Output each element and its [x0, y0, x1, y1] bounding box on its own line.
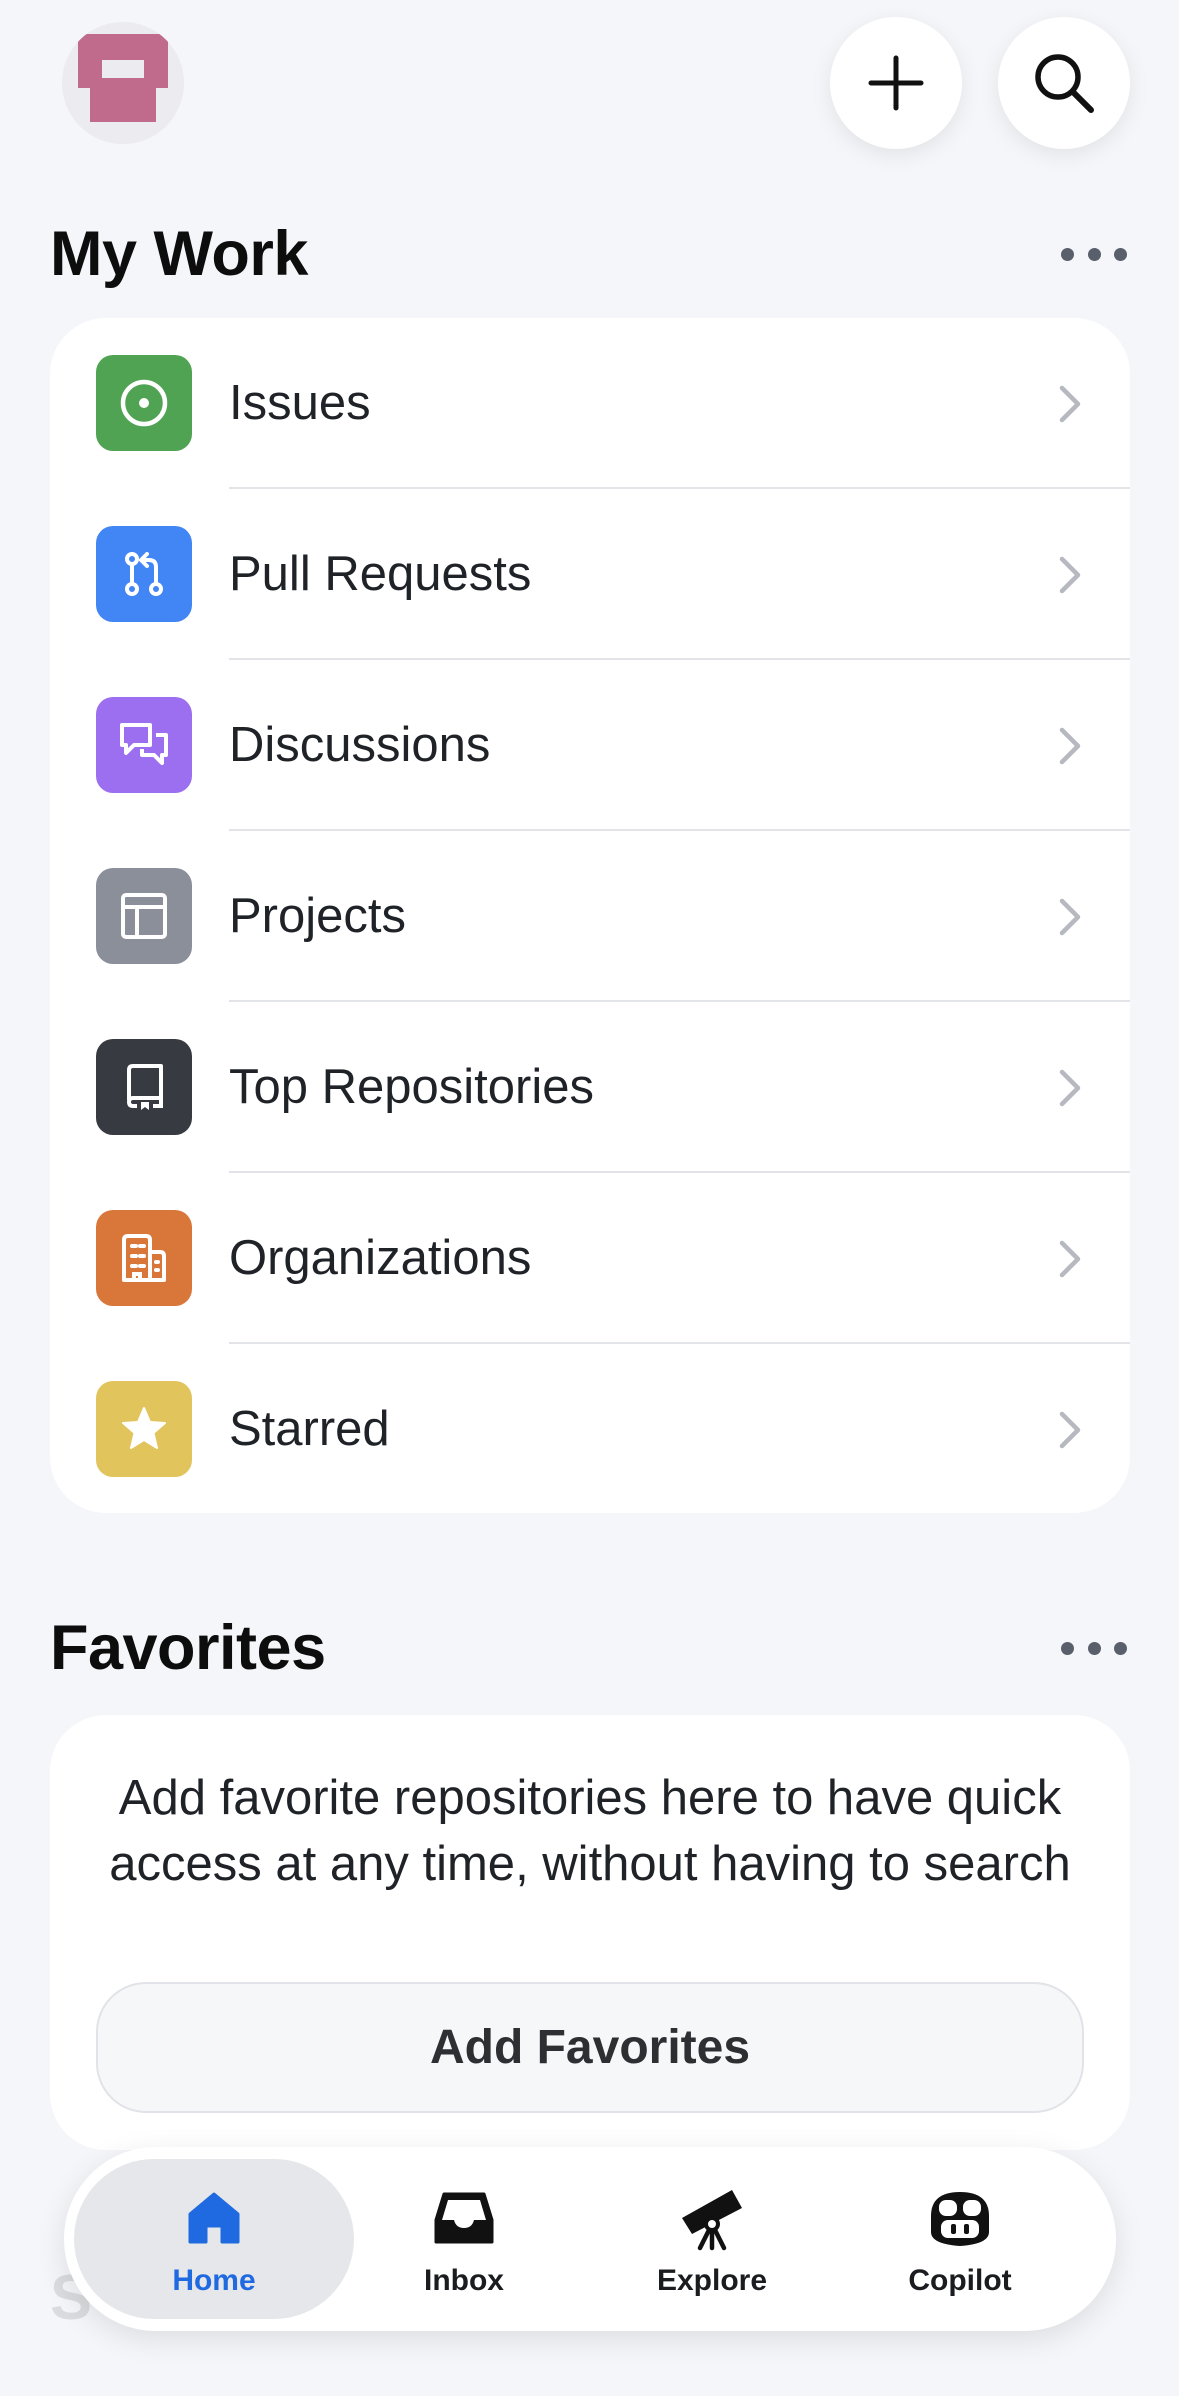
search-button[interactable] [998, 17, 1130, 149]
list-item-projects[interactable]: Projects [50, 831, 1130, 1002]
new-button[interactable] [830, 17, 962, 149]
dot [1114, 1641, 1127, 1655]
avatar[interactable] [62, 22, 184, 144]
tab-label: Home [172, 2264, 256, 2297]
favorites-card: Add favorite repositories here to have q… [50, 1715, 1130, 2150]
dot [1114, 247, 1127, 261]
list-item-pull-requests[interactable]: Pull Requests [50, 489, 1130, 660]
list-item-discussions[interactable]: Discussions [50, 660, 1130, 831]
tab-label: Copilot [908, 2264, 1012, 2297]
tab-label: Explore [656, 2264, 768, 2297]
favorites-more-button[interactable] [1061, 1638, 1127, 1658]
repo-icon [96, 1039, 192, 1135]
chevron-right-icon [1059, 1069, 1081, 1107]
list-item-label: Top Repositories [229, 1060, 594, 1114]
my-work-title: My Work [50, 219, 308, 289]
dot [1061, 247, 1074, 261]
tab-copilot[interactable]: Copilot [820, 2159, 1100, 2319]
organization-icon [96, 1210, 192, 1306]
chevron-right-icon [1059, 1411, 1081, 1449]
chevron-right-icon [1059, 727, 1081, 765]
chevron-right-icon [1059, 898, 1081, 936]
list-item-label: Discussions [229, 718, 491, 772]
my-work-more-button[interactable] [1061, 244, 1127, 264]
chevron-right-icon [1059, 385, 1081, 423]
comment-discussion-icon [96, 697, 192, 793]
dot [1087, 247, 1101, 261]
home-icon [176, 2180, 252, 2256]
issue-opened-icon [96, 355, 192, 451]
tab-explore[interactable]: Explore [572, 2159, 852, 2319]
list-item-label: Starred [229, 1402, 390, 1456]
favorites-title: Favorites [50, 1613, 326, 1683]
plus-icon [868, 55, 924, 111]
list-item-top-repositories[interactable]: Top Repositories [50, 1002, 1130, 1173]
inbox-icon [426, 2180, 502, 2256]
tab-inbox[interactable]: Inbox [324, 2159, 604, 2319]
list-item-label: Projects [229, 889, 407, 943]
git-pull-request-icon [96, 526, 192, 622]
tab-bar: Home Inbox Explore Copilot [64, 2147, 1116, 2331]
copilot-icon [922, 2180, 998, 2256]
tab-home[interactable]: Home [74, 2159, 354, 2319]
identicon-avatar [62, 22, 184, 144]
chevron-right-icon [1059, 1240, 1081, 1278]
telescope-icon [674, 2180, 750, 2256]
dot [1061, 1641, 1074, 1655]
list-item-label: Pull Requests [229, 547, 532, 601]
list-item-label: Issues [229, 376, 371, 430]
star-icon [96, 1381, 192, 1477]
list-item-starred[interactable]: Starred [50, 1344, 1130, 1515]
search-icon [1035, 54, 1094, 113]
my-work-list: Issues Pull Requests Discussions Project… [50, 318, 1130, 1513]
tab-label: Inbox [424, 2264, 504, 2297]
list-item-organizations[interactable]: Organizations [50, 1173, 1130, 1344]
chevron-right-icon [1059, 556, 1081, 594]
list-item-issues[interactable]: Issues [50, 318, 1130, 489]
favorites-empty-text: Add favorite repositories here to have q… [109, 1771, 1071, 1891]
add-favorites-button[interactable]: Add Favorites [96, 1982, 1084, 2113]
list-item-label: Organizations [229, 1231, 532, 1285]
dot [1087, 1641, 1101, 1655]
table-icon [96, 868, 192, 964]
